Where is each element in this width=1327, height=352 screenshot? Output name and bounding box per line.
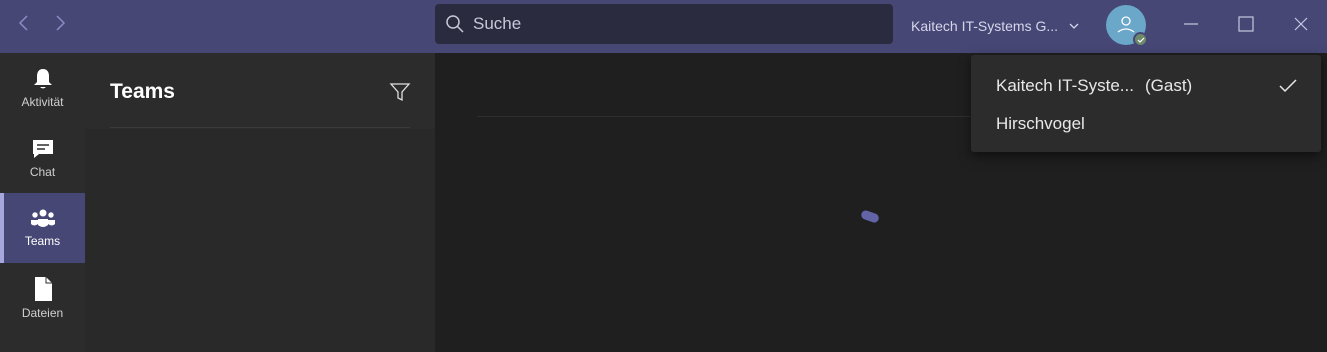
panel-header: Teams xyxy=(85,53,435,129)
loading-spinner xyxy=(860,209,880,224)
rail-item-label: Teams xyxy=(24,234,61,248)
chevron-down-icon xyxy=(1069,23,1079,29)
teams-icon xyxy=(30,209,55,227)
tenant-option-name: Hirschvogel xyxy=(996,114,1085,133)
status-available-icon xyxy=(1133,32,1148,47)
teams-panel: Teams xyxy=(85,53,435,352)
close-button[interactable] xyxy=(1289,12,1313,36)
rail-item-dateien[interactable]: Dateien xyxy=(0,263,85,333)
filter-icon xyxy=(389,83,411,102)
back-button[interactable] xyxy=(12,12,34,34)
rail-item-teams[interactable]: Teams xyxy=(0,193,85,263)
minimize-button[interactable] xyxy=(1179,12,1203,36)
rail-item-aktivitaet[interactable]: Aktivität xyxy=(0,53,85,123)
tenant-switcher[interactable]: Kaitech IT-Systems G... xyxy=(911,16,1080,36)
search-input[interactable]: Suche xyxy=(435,4,893,44)
tenant-name: Kaitech IT-Systems G... xyxy=(911,18,1059,34)
close-icon xyxy=(1294,17,1308,31)
rail-item-chat[interactable]: Chat xyxy=(0,123,85,193)
tenant-dropdown: Kaitech IT-Syste... (Gast) Hirschvogel xyxy=(971,55,1321,152)
chevron-left-icon xyxy=(18,15,28,31)
chat-icon xyxy=(32,140,53,158)
tenant-option-kaitech[interactable]: Kaitech IT-Syste... (Gast) xyxy=(971,69,1321,103)
search-placeholder: Suche xyxy=(473,14,522,33)
maximize-icon xyxy=(1238,16,1254,32)
search-icon xyxy=(445,14,465,34)
app-rail: Aktivität Chat Teams Dateien xyxy=(0,53,85,352)
chevron-right-icon xyxy=(56,15,66,31)
rail-item-label: Dateien xyxy=(21,306,64,320)
divider xyxy=(110,127,410,128)
checkmark-icon xyxy=(1279,79,1297,93)
tenant-option-name: Kaitech IT-Syste... xyxy=(996,76,1134,95)
minimize-icon xyxy=(1184,23,1198,25)
page-title: Teams xyxy=(110,80,175,103)
forward-button[interactable] xyxy=(50,12,72,34)
tenant-option-hirschvogel[interactable]: Hirschvogel xyxy=(971,107,1321,141)
title-bar: Suche Kaitech IT-Systems G... xyxy=(0,0,1327,53)
rail-item-label: Chat xyxy=(29,165,56,179)
bell-icon xyxy=(33,69,52,89)
filter-button[interactable] xyxy=(389,81,411,103)
guest-tag: (Gast) xyxy=(1145,76,1193,95)
user-icon xyxy=(1117,16,1135,33)
file-icon xyxy=(34,277,52,301)
divider xyxy=(477,116,997,117)
maximize-button[interactable] xyxy=(1234,12,1258,36)
rail-item-label: Aktivität xyxy=(21,95,64,109)
avatar[interactable] xyxy=(1106,5,1148,47)
